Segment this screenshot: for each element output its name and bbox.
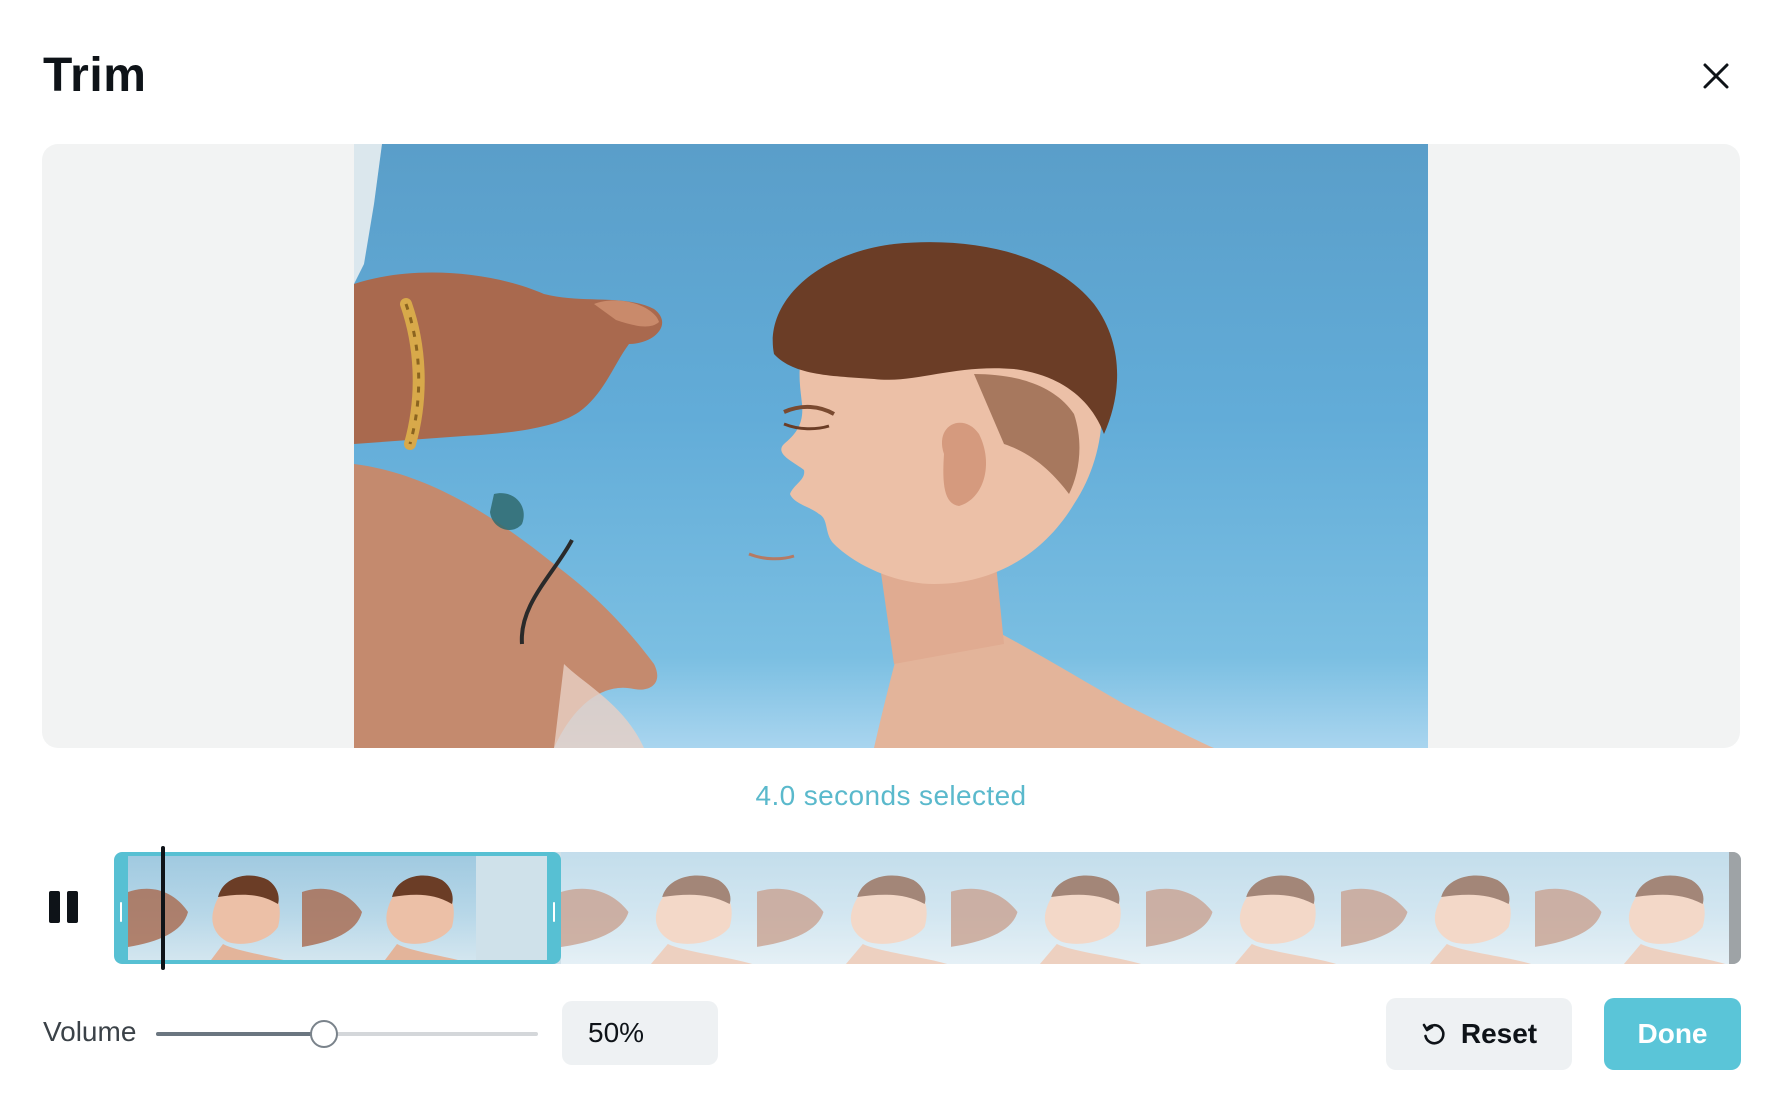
volume-value-input[interactable] xyxy=(562,1001,718,1065)
volume-slider[interactable] xyxy=(156,1012,538,1056)
volume-slider-knob[interactable] xyxy=(310,1020,339,1048)
pause-button[interactable] xyxy=(44,885,84,929)
video-preview xyxy=(42,144,1740,748)
playhead[interactable] xyxy=(161,846,165,970)
video-frame-illustration xyxy=(354,144,1214,748)
timeline-frame xyxy=(1145,852,1341,964)
trim-start-handle[interactable] xyxy=(120,902,122,922)
timeline-frame xyxy=(950,852,1146,964)
video-frame[interactable] xyxy=(354,144,1428,748)
volume-label: Volume xyxy=(43,1016,137,1047)
trim-selection-range[interactable] xyxy=(114,852,561,964)
reset-icon xyxy=(1422,1023,1445,1045)
reset-button-label: Reset xyxy=(1460,1018,1538,1049)
done-button[interactable]: Done xyxy=(1604,998,1741,1070)
timeline-frame xyxy=(561,852,757,964)
timeline-frame xyxy=(1339,852,1536,964)
reset-button[interactable]: Reset xyxy=(1386,998,1572,1070)
volume-slider-fill xyxy=(156,1032,325,1036)
trim-end-handle[interactable] xyxy=(553,902,555,922)
selection-duration: 4.0 seconds selected xyxy=(755,780,1027,811)
timeline-end-marker xyxy=(1729,852,1741,964)
close-button[interactable] xyxy=(1690,50,1742,102)
timeline-frame xyxy=(755,852,952,964)
trim-timeline[interactable] xyxy=(114,852,1741,964)
close-icon xyxy=(1703,63,1729,89)
timeline-frame xyxy=(1534,852,1730,964)
dialog-title: Trim xyxy=(43,49,147,102)
